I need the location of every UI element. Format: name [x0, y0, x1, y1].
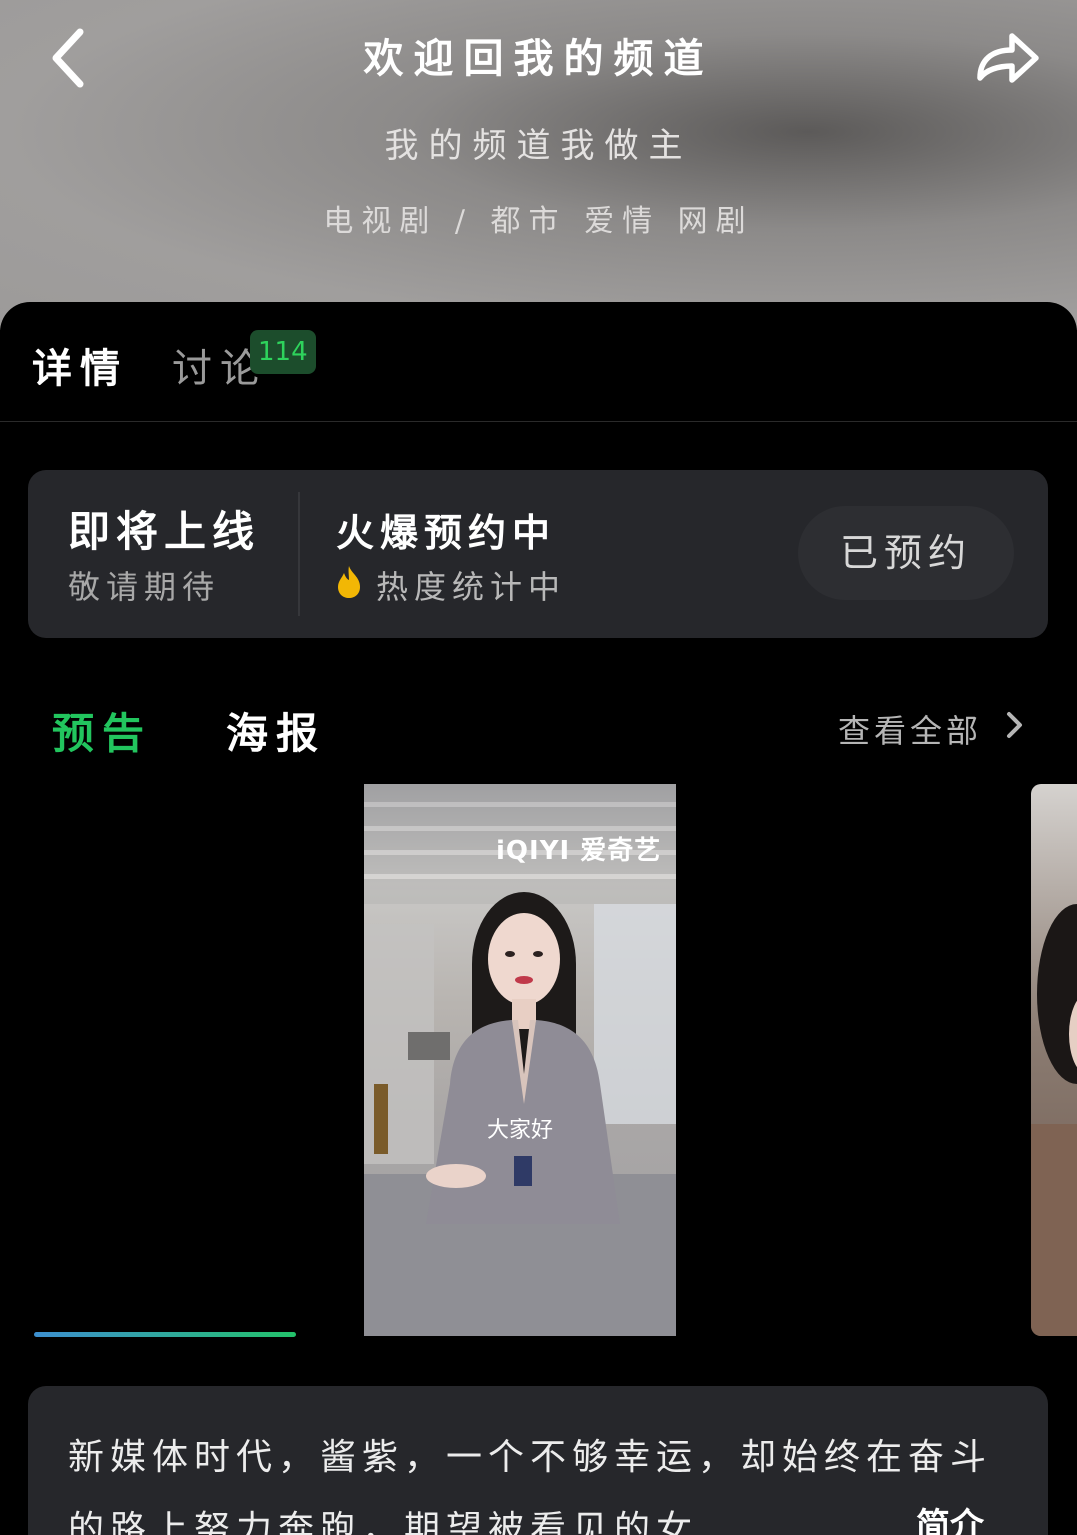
channel-header: 欢迎回我的频道 我的频道我做主 电视剧 / 都市 爱情 网剧 — [0, 0, 1077, 330]
chevron-right-icon[interactable] — [1000, 706, 1028, 744]
divider — [298, 492, 300, 616]
flame-icon — [338, 566, 360, 598]
trailer-video-thumbnail[interactable]: iQIYI 爱奇艺 大家好 — [364, 784, 676, 1336]
release-status-card: 即将上线 敬请期待 火爆预约中 热度统计中 已预约 — [28, 470, 1048, 638]
hot-stat-subtitle: 热度统计中 — [376, 568, 567, 606]
synopsis-card[interactable]: 新媒体时代，酱紫，一个不够幸运，却始终在奋斗的路上努力奔跑，期望被看见的女 简介 — [28, 1386, 1048, 1535]
discussion-count-badge: 114 — [250, 330, 316, 374]
video-carousel-progress — [34, 1332, 296, 1337]
tab-poster[interactable]: 海报 — [226, 700, 326, 761]
hot-reservation-title: 火爆预约中 — [336, 510, 557, 555]
next-video-thumbnail[interactable] — [1031, 784, 1077, 1336]
tab-trailer[interactable]: 预告 — [52, 700, 152, 761]
release-status-subtitle: 敬请期待 — [68, 568, 221, 606]
next-video-illustration — [1031, 904, 1077, 1336]
synopsis-text: 新媒体时代，酱紫，一个不够幸运，却始终在奋斗的路上努力奔跑，期望被看见的女 — [68, 1437, 993, 1535]
page-title: 欢迎回我的频道 — [363, 35, 714, 82]
genre-tags: 电视剧 / 都市 爱情 网剧 — [323, 204, 754, 239]
release-status-title: 即将上线 — [68, 507, 261, 556]
channel-subtitle: 我的频道我做主 — [384, 126, 693, 166]
video-brand-watermark: iQIYI 爱奇艺 — [496, 836, 662, 866]
content-sheet: 详情 讨论 114 即将上线 敬请期待 火爆预约中 热度统计中 已预约 预告 海… — [0, 302, 1077, 1535]
video-caption: 大家好 — [486, 1118, 553, 1143]
tab-details[interactable]: 详情 — [32, 336, 128, 394]
share-icon[interactable] — [972, 24, 1044, 88]
view-all-link[interactable]: 查看全部 — [838, 706, 982, 752]
reserved-button[interactable]: 已预约 — [798, 506, 1014, 600]
tab-bar: 详情 讨论 114 — [0, 302, 1077, 422]
synopsis-expand-button[interactable]: 简介 — [916, 1498, 984, 1535]
